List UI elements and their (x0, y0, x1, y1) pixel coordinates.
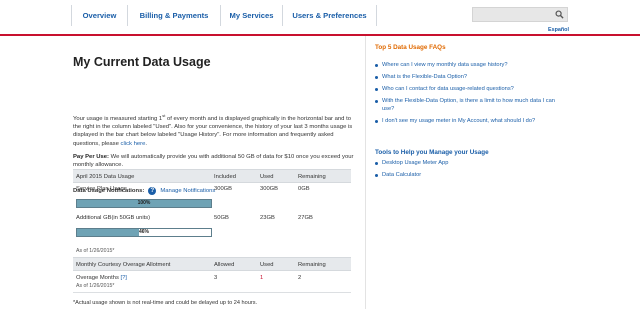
usage-as-of: As of 1/26/2015* (76, 248, 115, 254)
row-included: 300GB (214, 186, 233, 192)
usage-header-period: April 2015 Data Usage (76, 174, 135, 180)
pay-per-use-label: Pay Per Use: (73, 154, 110, 160)
search-icon[interactable] (555, 10, 564, 19)
usage-progress-bar: 46% (76, 228, 212, 237)
overage-help-link[interactable]: [?] (120, 275, 126, 281)
search-input[interactable] (472, 7, 568, 22)
column-divider (365, 36, 366, 309)
nav-users-preferences[interactable]: Users & Preferences (282, 5, 377, 26)
overage-allowed: 3 (214, 275, 218, 281)
row-name: Additional GB(in 50GB units) (76, 215, 151, 221)
help-icon[interactable]: ? (148, 187, 157, 195)
nav-overview[interactable]: Overview (71, 5, 127, 26)
pay-per-use-description: We will automatically provide you with a… (73, 154, 354, 169)
usage-table-header: April 2015 Data Usage Included Used Rema… (73, 169, 351, 183)
tools-heading: Tools to Help you Manage your Usage (375, 149, 489, 156)
overage-header-remaining: Remaining (298, 262, 326, 268)
faq-link[interactable]: With the Flexible-Data Option, is there … (375, 97, 565, 113)
usage-progress-bar: 100% (76, 199, 212, 208)
usage-bar-label: 46% (138, 229, 149, 235)
usage-header-included: Included (214, 174, 236, 180)
usage-header-used: Used (260, 174, 274, 180)
overage-header-title: Monthly Courtesy Overage Allotment (76, 262, 171, 268)
usage-intro-text: Your usage is measured starting 1st of e… (73, 112, 355, 148)
overage-table-header: Monthly Courtesy Overage Allotment Allow… (73, 257, 351, 271)
tools-list: Desktop Usage Meter App Data Calculator (375, 159, 565, 183)
faq-list: Where can I view my monthly data usage h… (375, 61, 565, 129)
overage-remaining: 2 (298, 275, 302, 281)
nav-billing-payments[interactable]: Billing & Payments (127, 5, 220, 26)
intro-text-part1: Your usage is measured starting 1 (73, 115, 163, 122)
faq-link[interactable]: What is the Flexible-Data Option? (375, 73, 565, 81)
overage-used: 1 (260, 275, 264, 281)
pay-per-use-text: Pay Per Use: We will automatically provi… (73, 153, 355, 169)
row-remaining: 0GB (298, 186, 310, 192)
row-used: 300GB (260, 186, 279, 192)
row-remaining: 27GB (298, 215, 313, 221)
main-nav: Overview Billing & Payments My Services … (71, 5, 377, 26)
top-navigation-bar: Overview Billing & Payments My Services … (0, 0, 640, 33)
footnote: *Actual usage shown is not real-time and… (73, 300, 258, 306)
nav-my-services[interactable]: My Services (220, 5, 282, 26)
click-here-link[interactable]: click here (121, 141, 146, 147)
intro-text-end: . (145, 140, 148, 147)
faq-link[interactable]: I don't see my usage meter in My Account… (375, 117, 565, 125)
row-included: 50GB (214, 215, 229, 221)
usage-bar-label: 100% (137, 200, 151, 206)
table-divider (73, 292, 351, 293)
overage-row-label: Overage Months (76, 275, 121, 281)
usage-header-remaining: Remaining (298, 174, 326, 180)
language-link[interactable]: Español (548, 27, 569, 33)
faq-link[interactable]: Where can I view my monthly data usage h… (375, 61, 565, 69)
tool-link-usage-meter[interactable]: Desktop Usage Meter App (375, 159, 565, 167)
overage-as-of: As of 1/26/2015* (76, 283, 115, 289)
faq-heading: Top 5 Data Usage FAQs (375, 44, 446, 51)
brand-divider (0, 34, 640, 36)
overage-row-name: Overage Months [?] (76, 275, 127, 281)
overage-header-used: Used (260, 262, 274, 268)
page-title: My Current Data Usage (73, 55, 211, 69)
row-name: Service Plan Usage (76, 186, 127, 192)
overage-header-allowed: Allowed (214, 262, 235, 268)
tool-link-data-calculator[interactable]: Data Calculator (375, 171, 565, 179)
manage-notifications-link[interactable]: Manage Notifications (160, 188, 215, 194)
faq-link[interactable]: Who can I contact for data usage-related… (375, 85, 565, 93)
row-used: 23GB (260, 215, 275, 221)
